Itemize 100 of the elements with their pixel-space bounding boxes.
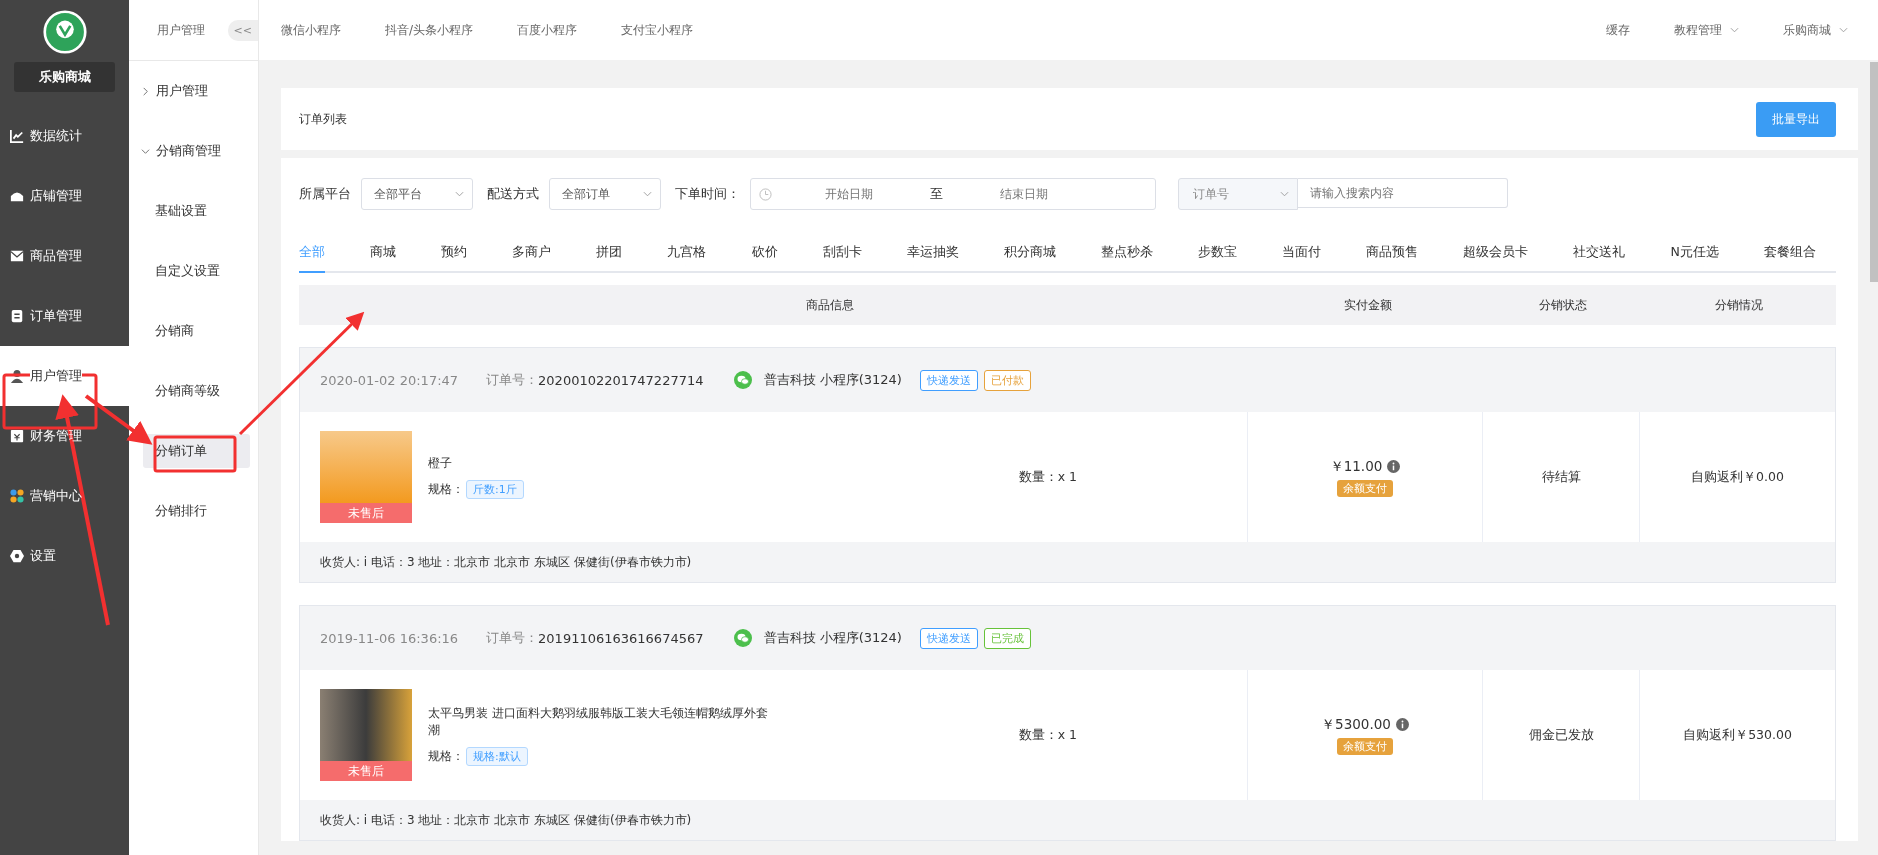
order-tab[interactable]: 商城	[370, 236, 397, 273]
chevron-down-icon	[1730, 27, 1739, 33]
order-tab[interactable]: 当面付	[1282, 236, 1322, 273]
order-tab[interactable]: 超级会员卡	[1463, 236, 1529, 273]
info-icon	[1395, 718, 1409, 731]
status-tag: 快递发送	[919, 369, 978, 391]
info-icon	[1387, 460, 1401, 473]
page-title: 订单列表	[299, 110, 347, 128]
after-sale-label: 未售后	[320, 503, 412, 523]
chevron-down-icon	[455, 191, 464, 197]
status-tag: 快递发送	[919, 627, 978, 649]
menu-group[interactable]: 分销商管理	[129, 121, 258, 181]
order-tab[interactable]: 多商户	[512, 236, 552, 273]
order-tab[interactable]: 九宫格	[667, 236, 707, 273]
store-name: 普吉科技 小程序(3124)	[763, 371, 902, 389]
spec-tag: 斤数:1斤	[466, 480, 524, 499]
menu-item[interactable]: 分销商等级	[143, 374, 250, 408]
quantity: 数量：x 1	[1018, 726, 1077, 744]
filter-label: 下单时间：	[675, 185, 740, 203]
platform-tab[interactable]: 抖音/头条小程序	[385, 21, 474, 39]
order-time: 2019-11-06 16:36:16	[320, 630, 459, 646]
chevron-down-icon	[643, 191, 652, 197]
chevron-right-icon	[141, 86, 150, 96]
header-menu[interactable]: 缓存	[1606, 21, 1630, 39]
sidebar-item[interactable]: 订单管理	[0, 286, 129, 346]
payment-badge: 余额支付	[1337, 479, 1393, 497]
platform-select[interactable]: 全部平台	[361, 178, 473, 210]
order-tab[interactable]: 幸运抽奖	[906, 236, 959, 273]
range-separator: 至	[929, 185, 944, 203]
sidebar-item[interactable]: 数据统计	[0, 106, 129, 166]
column-header: 分销情况	[1713, 296, 1764, 314]
wallet-icon	[10, 429, 24, 443]
spec-label: 规格：	[428, 481, 464, 498]
commission-text: 自购返利￥530.00	[1683, 726, 1792, 744]
delivery-select[interactable]: 全部订单	[549, 178, 661, 210]
order-tab[interactable]: 积分商城	[1003, 236, 1056, 273]
shipping-address: 收货人: i 电话：3 地址：北京市 北京市 东城区 保健街(伊春市铁力市)	[320, 553, 692, 571]
order-tab[interactable]: 商品预售	[1366, 236, 1419, 273]
chevron-down-icon	[141, 146, 150, 156]
search-field[interactable]: 请输入搜索内容	[1298, 178, 1508, 208]
order-number-label: 订单号：	[486, 629, 539, 647]
filter-label: 配送方式	[487, 185, 539, 203]
paid-amount: ￥11.00	[1329, 457, 1383, 476]
distribution-status: 佣金已发放	[1528, 726, 1594, 744]
envelope-icon	[10, 249, 24, 263]
column-header: 实付金额	[1343, 296, 1393, 314]
menu-item[interactable]: 分销排行	[143, 494, 250, 528]
order-tab[interactable]: 预约	[441, 236, 468, 273]
after-sale-label: 未售后	[320, 761, 412, 781]
clover-icon	[10, 489, 24, 503]
order-number-label: 订单号：	[486, 371, 539, 389]
store-name: 普吉科技 小程序(3124)	[763, 629, 902, 647]
search-type-select[interactable]: 订单号	[1178, 178, 1298, 210]
chevron-down-icon	[1839, 27, 1848, 33]
order-number: 20191106163616674567	[538, 630, 704, 646]
sidebar-item[interactable]: 商品管理	[0, 226, 129, 286]
order-number: 20200102201747227714	[538, 372, 704, 388]
status-tag: 已付款	[983, 369, 1031, 391]
shipping-address: 收货人: i 电话：3 地址：北京市 北京市 东城区 保健街(伊春市铁力市)	[320, 811, 692, 829]
header-menu[interactable]: 教程管理	[1674, 21, 1739, 39]
scrollbar[interactable]	[1870, 62, 1878, 282]
chat-bubble-icon	[733, 629, 752, 647]
header-menu[interactable]: 乐购商城	[1783, 21, 1848, 39]
order-tab[interactable]: 社交送礼	[1573, 236, 1626, 273]
menu-group[interactable]: 用户管理	[129, 61, 258, 121]
order-tab[interactable]: 砍价	[751, 236, 778, 273]
menu-item[interactable]: 自定义设置	[143, 254, 250, 288]
sidebar-item[interactable]: 店铺管理	[0, 166, 129, 226]
order-tab[interactable]: 整点秒杀	[1100, 236, 1153, 273]
platform-tab[interactable]: 支付宝小程序	[621, 21, 694, 39]
order-tab[interactable]: 套餐组合	[1763, 236, 1816, 273]
platform-tab[interactable]: 微信小程序	[281, 21, 341, 39]
user-icon	[10, 369, 24, 383]
settings-icon	[10, 549, 24, 563]
column-header: 分销状态	[1538, 296, 1588, 314]
sidebar-item[interactable]: 设置	[0, 526, 129, 586]
section-title: 用户管理	[157, 21, 205, 39]
order-tab[interactable]: 拼团	[596, 236, 623, 273]
end-date-input[interactable]: 结束日期	[947, 186, 1101, 202]
order-tab[interactable]: 刮刮卡	[822, 236, 862, 273]
order-tab[interactable]: 步数宝	[1198, 236, 1238, 273]
logo-icon	[42, 10, 87, 54]
spec-label: 规格：	[428, 747, 464, 765]
product-name: 橙子	[428, 455, 453, 472]
chart-icon	[10, 129, 24, 143]
payment-badge: 余额支付	[1337, 737, 1393, 755]
platform-tab[interactable]: 百度小程序	[517, 21, 578, 39]
menu-item[interactable]: 分销商	[143, 314, 250, 348]
sidebar-item[interactable]: 用户管理	[0, 346, 129, 406]
product-name: 太平鸟男装 进口面料大鹅羽绒服韩版工装大毛领连帽鹅绒厚外套潮	[428, 704, 768, 739]
column-header: 商品信息	[805, 296, 855, 314]
start-date-input[interactable]: 开始日期	[772, 186, 926, 202]
clock-icon	[759, 187, 772, 201]
distribution-status: 待结算	[1541, 468, 1581, 486]
order-tab[interactable]: N元任选	[1670, 236, 1719, 273]
status-tag: 已完成	[983, 627, 1031, 649]
brand-name: 乐购商城	[14, 62, 115, 92]
spec-tag: 规格:默认	[466, 746, 528, 766]
date-range-field[interactable]: 开始日期 至 结束日期	[750, 178, 1156, 210]
menu-item[interactable]: 基础设置	[143, 194, 250, 228]
